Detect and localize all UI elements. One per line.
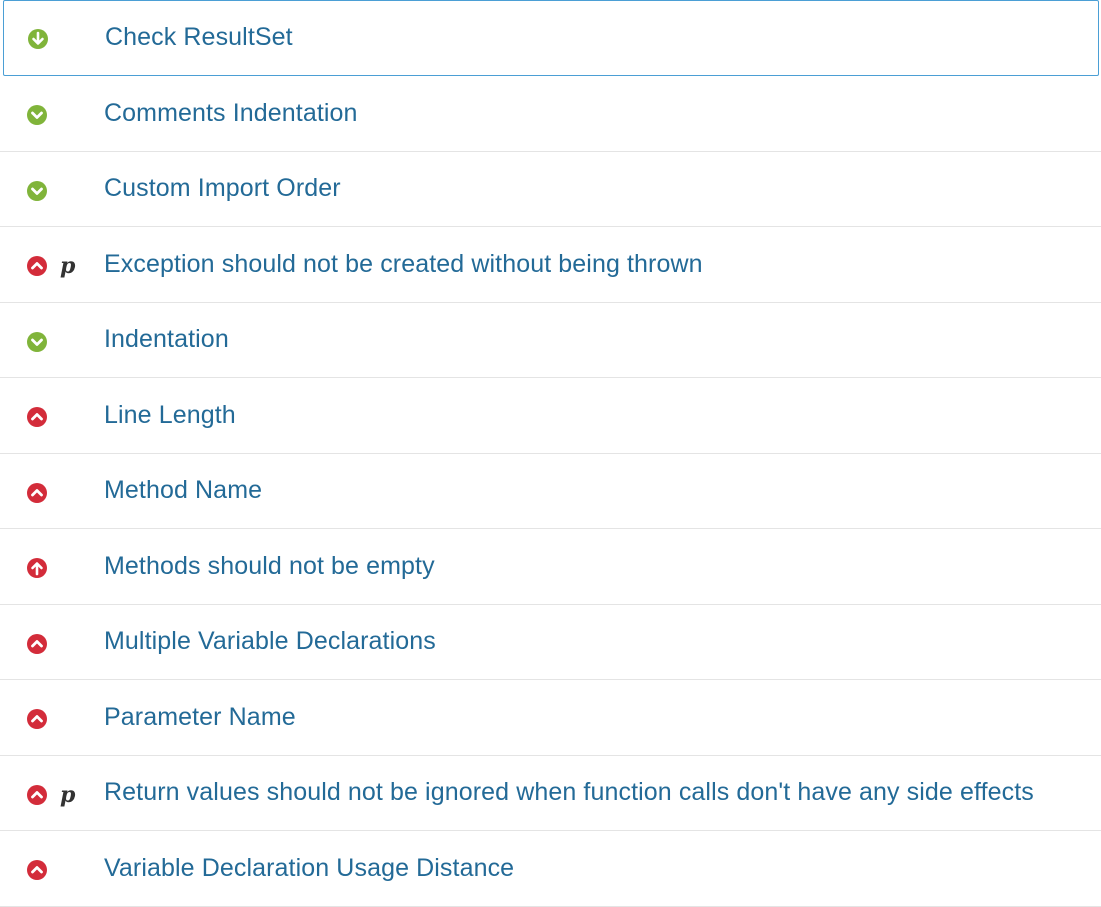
rule-row-line-length[interactable]: Line Length: [0, 378, 1101, 454]
rule-label: Line Length: [104, 400, 236, 429]
rule-label: Multiple Variable Declarations: [104, 627, 436, 656]
rule-row-exception-not-thrown[interactable]: p Exception should not be created withou…: [0, 227, 1101, 303]
circle-chevron-up-icon: [26, 784, 48, 806]
rule-row-methods-not-empty[interactable]: Methods should not be empty: [0, 529, 1101, 605]
rule-row-parameter-name[interactable]: Parameter Name: [0, 680, 1101, 756]
rule-row-custom-import-order[interactable]: Custom Import Order: [0, 152, 1101, 227]
template-rule-icon: p: [60, 781, 76, 808]
rule-row-check-resultset[interactable]: Check ResultSet: [3, 0, 1099, 76]
rule-label: Comments Indentation: [104, 98, 358, 127]
circle-chevron-up-icon: [26, 708, 48, 730]
rule-label: Return values should not be ignored when…: [104, 778, 1034, 807]
circle-chevron-up-icon: [26, 482, 48, 504]
circle-chevron-down-icon: [26, 331, 48, 353]
rule-row-comments-indentation[interactable]: Comments Indentation: [0, 76, 1101, 152]
rule-label: Indentation: [104, 325, 229, 354]
rule-list: Check ResultSet Comments Indentation Cus…: [0, 0, 1101, 907]
circle-chevron-up-icon: [26, 859, 48, 881]
rule-label: Exception should not be created without …: [104, 249, 703, 278]
rule-label: Check ResultSet: [105, 22, 293, 51]
circle-chevron-down-icon: [26, 180, 48, 202]
rule-row-variable-declaration-usage-distance[interactable]: Variable Declaration Usage Distance: [0, 831, 1101, 907]
circle-chevron-down-icon: [26, 104, 48, 126]
rule-row-return-values-ignored[interactable]: p Return values should not be ignored wh…: [0, 756, 1101, 831]
circle-chevron-up-icon: [26, 406, 48, 428]
circle-arrow-down-icon: [27, 28, 49, 50]
rule-label: Custom Import Order: [104, 174, 341, 203]
rule-label: Parameter Name: [104, 702, 296, 731]
rule-label: Methods should not be empty: [104, 551, 435, 580]
circle-arrow-up-icon: [26, 557, 48, 579]
rule-row-method-name[interactable]: Method Name: [0, 454, 1101, 529]
circle-chevron-up-icon: [26, 255, 48, 277]
rule-row-indentation[interactable]: Indentation: [0, 303, 1101, 378]
circle-chevron-up-icon: [26, 633, 48, 655]
rule-label: Variable Declaration Usage Distance: [104, 853, 515, 882]
rule-label: Method Name: [104, 476, 263, 505]
rule-row-multiple-variable-declarations[interactable]: Multiple Variable Declarations: [0, 605, 1101, 680]
template-rule-icon: p: [60, 253, 76, 279]
